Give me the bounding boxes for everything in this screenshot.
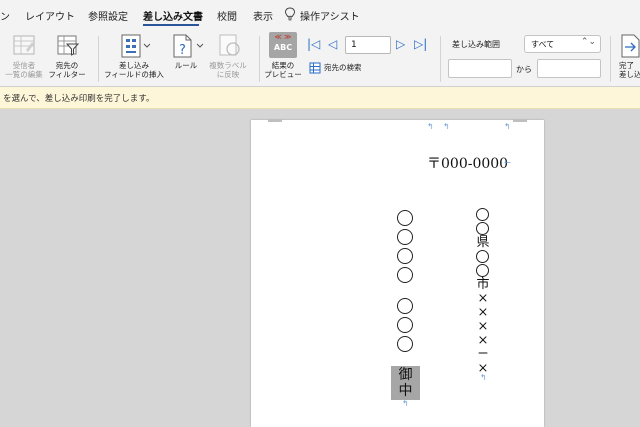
prev-record-icon[interactable]: ◁ bbox=[328, 37, 337, 51]
tab-review[interactable]: 校閲 bbox=[217, 8, 237, 23]
ribbon-separator bbox=[98, 36, 99, 82]
insert-field-icon[interactable] bbox=[120, 34, 150, 58]
update-labels-button[interactable]: 複数ラベル に反映 bbox=[206, 61, 250, 79]
address-vertical: ○ ○ 県 ○ ○ 市 × × × × ー × bbox=[476, 208, 490, 376]
tab-references[interactable]: 参照設定 bbox=[88, 8, 128, 23]
filter-icon[interactable] bbox=[56, 34, 80, 56]
postal-code: 〒000-0000 bbox=[427, 156, 509, 172]
honorific-selected[interactable]: 御 中 bbox=[391, 366, 420, 400]
finish-merge-button[interactable]: 完了 差し込 bbox=[619, 61, 640, 79]
paragraph-mark: ↰ bbox=[443, 122, 450, 131]
honorific-char: 中 bbox=[398, 383, 413, 399]
ribbon: 受信者 一覧の編集 宛先の フィルター 差し込み フィールドの挿入 ? ルール 複数ラ bbox=[0, 30, 640, 87]
address-char: × bbox=[477, 305, 489, 320]
tab-layout[interactable]: レイアウト bbox=[25, 8, 75, 23]
name-char: ○ bbox=[397, 248, 413, 264]
name-char: ○ bbox=[397, 229, 413, 245]
finish-merge-icon[interactable] bbox=[619, 34, 640, 58]
multi-label-icon[interactable] bbox=[218, 34, 242, 58]
address-char: 県 bbox=[476, 235, 490, 250]
name-vertical-group2: ○ ○ ○ bbox=[397, 298, 413, 355]
tab-partial[interactable]: ン bbox=[0, 8, 10, 23]
address-char: ○ bbox=[476, 264, 489, 277]
name-char: ○ bbox=[397, 317, 413, 333]
merge-range-select[interactable]: すべて ⌃⌄ bbox=[524, 35, 601, 53]
tab-view[interactable]: 表示 bbox=[253, 8, 273, 23]
address-char: × bbox=[477, 319, 489, 334]
ribbon-tab-bar: ン レイアウト 参照設定 差し込み文書 校閲 表示 操作アシスト bbox=[0, 0, 640, 30]
range-to-input[interactable] bbox=[537, 59, 601, 78]
honorific-char: 御 bbox=[398, 367, 413, 383]
merge-range-value: すべて bbox=[531, 40, 555, 49]
find-recipient-button[interactable]: 宛先の検索 bbox=[324, 63, 362, 72]
ribbon-separator bbox=[610, 36, 611, 82]
address-char: ○ bbox=[476, 222, 489, 235]
document-page[interactable]: ↰ ↰ ↰ 〒000-0000 ← ○ ○ 県 ○ ○ 市 × × × × ー … bbox=[251, 119, 544, 427]
rules-icon[interactable]: ? bbox=[172, 34, 204, 58]
next-record-icon[interactable]: ▷ bbox=[396, 37, 405, 51]
edit-recipients-button[interactable]: 受信者 一覧の編集 bbox=[4, 61, 44, 79]
paragraph-mark: ← bbox=[504, 158, 511, 167]
record-number-input[interactable]: 1 bbox=[345, 36, 391, 54]
insert-merge-field-button[interactable]: 差し込み フィールドの挿入 bbox=[101, 61, 167, 79]
recipient-list-icon[interactable] bbox=[12, 34, 36, 56]
address-char: ○ bbox=[476, 250, 489, 263]
address-char: 市 bbox=[476, 277, 490, 292]
range-from-input[interactable] bbox=[448, 59, 512, 78]
name-char: ○ bbox=[397, 336, 413, 352]
name-vertical-group1: ○ ○ ○ ○ bbox=[397, 210, 413, 286]
tab-mailings[interactable]: 差し込み文書 bbox=[143, 8, 203, 23]
range-from-label: から bbox=[516, 65, 532, 74]
message-text: を選んで、差し込み印刷を完了します。 bbox=[3, 94, 155, 104]
last-record-icon[interactable]: ▷| bbox=[414, 37, 427, 51]
chevron-updown-icon: ⌃⌄ bbox=[580, 37, 596, 47]
lightbulb-icon bbox=[284, 7, 296, 21]
address-char: ー bbox=[477, 347, 489, 360]
merge-range-label: 差し込み範囲 bbox=[452, 40, 500, 49]
filter-recipients-button[interactable]: 宛先の フィルター bbox=[45, 61, 89, 79]
ribbon-separator bbox=[440, 36, 441, 82]
address-char: × bbox=[477, 333, 489, 348]
paragraph-mark: ↰ bbox=[504, 122, 511, 131]
svg-text:?: ? bbox=[179, 43, 186, 58]
paragraph-mark: ↰ bbox=[402, 399, 409, 408]
find-recipient-icon[interactable] bbox=[309, 62, 321, 74]
paragraph-mark: ↰ bbox=[427, 122, 434, 131]
ribbon-separator bbox=[259, 36, 260, 82]
preview-results-button[interactable]: 結果の プレビュー bbox=[263, 61, 303, 79]
tab-tell-me[interactable]: 操作アシスト bbox=[300, 8, 360, 23]
first-record-icon[interactable]: |◁ bbox=[307, 37, 320, 51]
name-char: ○ bbox=[397, 267, 413, 283]
rules-button[interactable]: ルール bbox=[170, 61, 202, 70]
name-char: ○ bbox=[397, 210, 413, 226]
address-char: × bbox=[477, 291, 489, 306]
page-corner-mark bbox=[268, 119, 282, 122]
preview-abc-icon[interactable]: ≪ ≫ ABC bbox=[269, 32, 297, 58]
message-bar: を選んで、差し込み印刷を完了します。 bbox=[0, 87, 640, 109]
active-tab-indicator bbox=[143, 24, 199, 26]
name-char: ○ bbox=[397, 298, 413, 314]
paragraph-mark: ↰ bbox=[480, 373, 487, 382]
page-corner-mark bbox=[513, 119, 527, 122]
address-char: ○ bbox=[476, 208, 489, 221]
